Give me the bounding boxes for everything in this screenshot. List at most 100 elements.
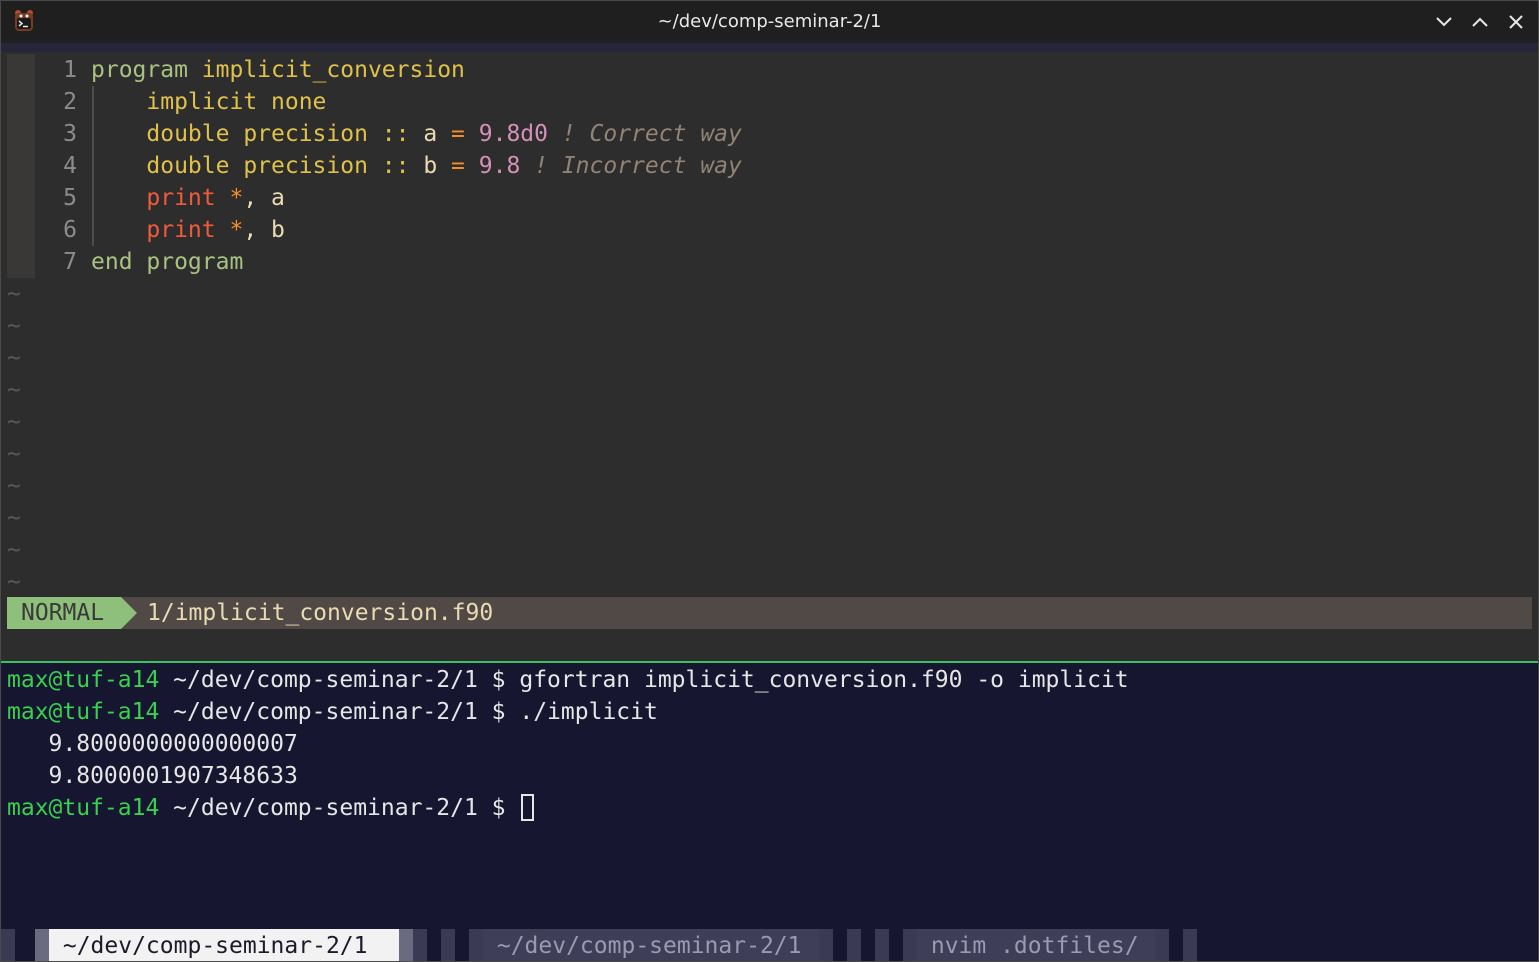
code-token: :: [367,121,424,147]
empty-line-marker: ~ [7,313,21,339]
nvim-editor-pane[interactable]: 1 program implicit_conversion 2 implicit n… [1,43,1538,661]
command-text[interactable]: gfortran implicit_conversion.f90 -o impl… [519,667,1128,693]
code-line[interactable]: 6 print *, b [1,214,1538,246]
tab-1[interactable]: ~/dev/comp-seminar-2/1 [49,929,399,961]
code-token: * [215,217,244,243]
empty-line-marker: ~ [7,505,21,531]
tab-3[interactable]: nvim .dotfiles/ [917,929,1155,961]
prompt-line: max@tuf-a14 ~/dev/comp-seminar-2/1 $ ./i… [7,696,658,728]
code-token: implicit_conversion [201,57,465,83]
code-line[interactable]: 2 implicit none [1,86,1538,118]
code-line[interactable]: 3 double precision :: a = 9.8d0 ! Correc… [1,118,1538,150]
shell-pane[interactable]: max@tuf-a14 ~/dev/comp-seminar-2/1 $ gfo… [1,663,1538,929]
close-icon[interactable] [1506,12,1526,32]
empty-line-marker: ~ [7,537,21,563]
code-line[interactable]: 1 program implicit_conversion [1,54,1538,86]
output-text: 9.8000001907348633 [7,763,298,789]
tab-stripe [1155,929,1169,961]
line-number: 6 [63,217,77,243]
code-line[interactable]: 4 double precision :: b = 9.8 ! Incorrec… [1,150,1538,182]
code-token: double precision [146,153,368,179]
status-filename: 1/implicit_conversion.f90 [147,600,494,626]
code-token: = [437,153,479,179]
empty-line-marker: ~ [7,281,21,307]
mode-indicator: NORMAL [7,597,121,629]
tab-stripe [35,929,49,961]
tab-stripe [847,929,861,961]
code-token: 9.8d0 [478,121,548,147]
tab-stripe [15,929,35,961]
tab-stripe [903,929,917,961]
code-text: implicit none [91,86,326,118]
tab-2[interactable]: ~/dev/comp-seminar-2/1 [483,929,819,961]
output-text: 9.8000000000000007 [7,731,298,757]
code-token: b [423,153,438,179]
code-token: :: [367,153,424,179]
code-token: ! Incorrect way [520,153,742,179]
editor-top-strip [1,43,1538,52]
line-number: 5 [63,185,77,211]
tab-stripe [875,929,889,961]
empty-line-marker: ~ [7,409,21,435]
code-text: double precision :: a = 9.8d0 ! Correct … [91,118,741,150]
window-title: ~/dev/comp-seminar-2/1 [657,11,882,32]
prompt-user: max@tuf-a14 [7,667,160,693]
empty-line-marker: ~ [7,473,21,499]
code-token: print [146,217,216,243]
code-token: print [146,185,216,211]
prompt-line: max@tuf-a14 ~/dev/comp-seminar-2/1 $ [7,792,535,824]
minimize-icon[interactable] [1434,12,1454,32]
code-token: program [91,57,188,83]
tab-stripe [399,929,413,961]
code-token: * [215,185,244,211]
tab-stripe [1,929,15,961]
prompt-line: max@tuf-a14 ~/dev/comp-seminar-2/1 $ gfo… [7,664,1129,696]
status-line: NORMAL 1/implicit_conversion.f90 [7,597,1532,629]
title-bar[interactable]: ~/dev/comp-seminar-2/1 [1,1,1538,43]
tab-stripe [441,929,455,961]
output-line: 9.8000000000000007 [7,728,298,760]
code-text: print *, a [91,182,285,214]
empty-line-marker: ~ [7,345,21,371]
code-token: end program [91,249,244,275]
empty-line-marker: ~ [7,377,21,403]
text-cursor [521,794,535,821]
line-number: 7 [63,249,77,275]
code-token: , a [243,185,285,211]
prompt-user: max@tuf-a14 [7,795,160,821]
tab-stripe [819,929,833,961]
code-text: program implicit_conversion [91,54,465,86]
code-text: double precision :: b = 9.8 ! Incorrect … [91,150,742,182]
output-line: 9.8000001907348633 [7,760,298,792]
prompt-path: ~/dev/comp-seminar-2/1 $ [159,795,520,821]
code-token: double precision [146,121,368,147]
code-line[interactable]: 5 print *, a [1,182,1538,214]
code-text: print *, b [91,214,285,246]
code-token: a [423,121,438,147]
code-token: implicit none [146,89,327,115]
maximize-icon[interactable] [1470,12,1490,32]
command-text[interactable]: ./implicit [519,699,657,725]
code-token: = [437,121,479,147]
terminal-window: ~/dev/comp-seminar-2/1 1 program implicit… [0,0,1539,962]
line-number: 3 [63,121,77,147]
tab-stripe [1183,929,1197,961]
prompt-user: max@tuf-a14 [7,699,160,725]
code-token: , b [243,217,285,243]
empty-line-marker: ~ [7,441,21,467]
mode-separator [121,597,137,629]
code-text: end program [91,246,243,278]
empty-line-marker: ~ [7,569,21,595]
tab-stripe [469,929,483,961]
code-token: 9.8 [478,153,521,179]
code-line[interactable]: 7 end program [1,246,1538,278]
prompt-path: ~/dev/comp-seminar-2/1 $ [159,699,520,725]
line-number: 2 [63,89,77,115]
line-number: 4 [63,153,77,179]
